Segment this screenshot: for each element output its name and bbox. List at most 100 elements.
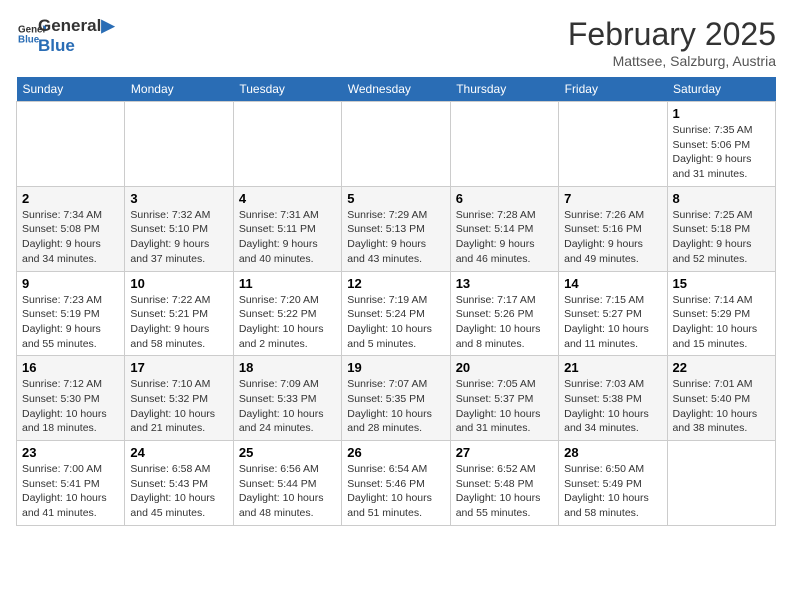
day-info: Sunrise: 7:22 AM Sunset: 5:21 PM Dayligh… bbox=[130, 293, 227, 352]
day-number: 22 bbox=[673, 360, 770, 375]
calendar-cell: 1 Sunrise: 7:35 AM Sunset: 5:06 PM Daylig… bbox=[667, 102, 775, 187]
day-number: 18 bbox=[239, 360, 336, 375]
calendar-cell: 19 Sunrise: 7:07 AM Sunset: 5:35 PM Dayli… bbox=[342, 356, 450, 441]
day-info: Sunrise: 7:15 AM Sunset: 5:27 PM Dayligh… bbox=[564, 293, 661, 352]
day-info: Sunrise: 6:54 AM Sunset: 5:46 PM Dayligh… bbox=[347, 462, 444, 521]
calendar-cell: 16 Sunrise: 7:12 AM Sunset: 5:30 PM Dayli… bbox=[17, 356, 125, 441]
day-number: 4 bbox=[239, 191, 336, 206]
day-info: Sunrise: 7:25 AM Sunset: 5:18 PM Dayligh… bbox=[673, 208, 770, 267]
calendar-cell: 26 Sunrise: 6:54 AM Sunset: 5:46 PM Dayli… bbox=[342, 441, 450, 526]
day-info: Sunrise: 6:50 AM Sunset: 5:49 PM Dayligh… bbox=[564, 462, 661, 521]
calendar-cell: 5 Sunrise: 7:29 AM Sunset: 5:13 PM Daylig… bbox=[342, 186, 450, 271]
day-number: 3 bbox=[130, 191, 227, 206]
calendar-week-row: 2 Sunrise: 7:34 AM Sunset: 5:08 PM Daylig… bbox=[17, 186, 776, 271]
calendar-cell: 20Sunrise: 7:05 AM Sunset: 5:37 PM Dayli… bbox=[450, 356, 558, 441]
day-number: 25 bbox=[239, 445, 336, 460]
day-info: Sunrise: 7:19 AM Sunset: 5:24 PM Dayligh… bbox=[347, 293, 444, 352]
weekday-header: Tuesday bbox=[233, 77, 341, 102]
day-info: Sunrise: 7:35 AM Sunset: 5:06 PM Dayligh… bbox=[673, 123, 770, 182]
day-number: 13 bbox=[456, 276, 553, 291]
calendar-cell: 2 Sunrise: 7:34 AM Sunset: 5:08 PM Daylig… bbox=[17, 186, 125, 271]
calendar-cell bbox=[559, 102, 667, 187]
day-info: Sunrise: 7:29 AM Sunset: 5:13 PM Dayligh… bbox=[347, 208, 444, 267]
weekday-header: Monday bbox=[125, 77, 233, 102]
day-number: 14 bbox=[564, 276, 661, 291]
calendar-cell bbox=[233, 102, 341, 187]
day-number: 23 bbox=[22, 445, 119, 460]
calendar-cell: 25 Sunrise: 6:56 AM Sunset: 5:44 PM Dayli… bbox=[233, 441, 341, 526]
day-info: Sunrise: 7:28 AM Sunset: 5:14 PM Dayligh… bbox=[456, 208, 553, 267]
day-number: 5 bbox=[347, 191, 444, 206]
calendar-cell: 21 Sunrise: 7:03 AM Sunset: 5:38 PM Dayli… bbox=[559, 356, 667, 441]
weekday-header: Wednesday bbox=[342, 77, 450, 102]
calendar-cell: 7 Sunrise: 7:26 AM Sunset: 5:16 PM Daylig… bbox=[559, 186, 667, 271]
day-info: Sunrise: 7:12 AM Sunset: 5:30 PM Dayligh… bbox=[22, 377, 119, 436]
calendar-cell: 24 Sunrise: 6:58 AM Sunset: 5:43 PM Dayli… bbox=[125, 441, 233, 526]
calendar-cell: 9 Sunrise: 7:23 AM Sunset: 5:19 PM Daylig… bbox=[17, 271, 125, 356]
calendar-header-row: SundayMondayTuesdayWednesdayThursdayFrid… bbox=[17, 77, 776, 102]
calendar-cell: 4 Sunrise: 7:31 AM Sunset: 5:11 PM Daylig… bbox=[233, 186, 341, 271]
day-info: Sunrise: 7:34 AM Sunset: 5:08 PM Dayligh… bbox=[22, 208, 119, 267]
day-info: Sunrise: 6:58 AM Sunset: 5:43 PM Dayligh… bbox=[130, 462, 227, 521]
calendar-cell: 14 Sunrise: 7:15 AM Sunset: 5:27 PM Dayli… bbox=[559, 271, 667, 356]
day-info: Sunrise: 7:32 AM Sunset: 5:10 PM Dayligh… bbox=[130, 208, 227, 267]
weekday-header: Saturday bbox=[667, 77, 775, 102]
calendar-cell: 18Sunrise: 7:09 AM Sunset: 5:33 PM Dayli… bbox=[233, 356, 341, 441]
day-info: Sunrise: 7:14 AM Sunset: 5:29 PM Dayligh… bbox=[673, 293, 770, 352]
calendar-cell bbox=[17, 102, 125, 187]
day-info: Sunrise: 7:17 AM Sunset: 5:26 PM Dayligh… bbox=[456, 293, 553, 352]
day-number: 10 bbox=[130, 276, 227, 291]
page-header: General Blue General▶ Blue February 2025… bbox=[16, 16, 776, 69]
day-number: 17 bbox=[130, 360, 227, 375]
calendar-cell: 6Sunrise: 7:28 AM Sunset: 5:14 PM Daylig… bbox=[450, 186, 558, 271]
calendar-cell: 17 Sunrise: 7:10 AM Sunset: 5:32 PM Dayli… bbox=[125, 356, 233, 441]
day-number: 16 bbox=[22, 360, 119, 375]
day-number: 19 bbox=[347, 360, 444, 375]
day-info: Sunrise: 6:56 AM Sunset: 5:44 PM Dayligh… bbox=[239, 462, 336, 521]
location-subtitle: Mattsee, Salzburg, Austria bbox=[568, 53, 776, 69]
day-info: Sunrise: 7:05 AM Sunset: 5:37 PM Dayligh… bbox=[456, 377, 553, 436]
day-info: Sunrise: 7:01 AM Sunset: 5:40 PM Dayligh… bbox=[673, 377, 770, 436]
calendar-cell bbox=[342, 102, 450, 187]
calendar-table: SundayMondayTuesdayWednesdayThursdayFrid… bbox=[16, 77, 776, 526]
calendar-week-row: 9 Sunrise: 7:23 AM Sunset: 5:19 PM Daylig… bbox=[17, 271, 776, 356]
day-number: 26 bbox=[347, 445, 444, 460]
logo: General Blue General▶ Blue bbox=[16, 16, 114, 57]
calendar-cell bbox=[125, 102, 233, 187]
day-info: Sunrise: 7:07 AM Sunset: 5:35 PM Dayligh… bbox=[347, 377, 444, 436]
day-info: Sunrise: 7:00 AM Sunset: 5:41 PM Dayligh… bbox=[22, 462, 119, 521]
day-info: Sunrise: 6:52 AM Sunset: 5:48 PM Dayligh… bbox=[456, 462, 553, 521]
day-number: 21 bbox=[564, 360, 661, 375]
day-number: 12 bbox=[347, 276, 444, 291]
calendar-cell: 10 Sunrise: 7:22 AM Sunset: 5:21 PM Dayli… bbox=[125, 271, 233, 356]
calendar-cell: 13 Sunrise: 7:17 AM Sunset: 5:26 PM Dayli… bbox=[450, 271, 558, 356]
day-info: Sunrise: 7:31 AM Sunset: 5:11 PM Dayligh… bbox=[239, 208, 336, 267]
weekday-header: Sunday bbox=[17, 77, 125, 102]
calendar-cell bbox=[450, 102, 558, 187]
calendar-cell: 12 Sunrise: 7:19 AM Sunset: 5:24 PM Dayli… bbox=[342, 271, 450, 356]
day-number: 27 bbox=[456, 445, 553, 460]
day-number: 2 bbox=[22, 191, 119, 206]
calendar-cell: 22 Sunrise: 7:01 AM Sunset: 5:40 PM Dayli… bbox=[667, 356, 775, 441]
calendar-cell: 15Sunrise: 7:14 AM Sunset: 5:29 PM Dayli… bbox=[667, 271, 775, 356]
calendar-cell bbox=[667, 441, 775, 526]
day-number: 11 bbox=[239, 276, 336, 291]
day-number: 1 bbox=[673, 106, 770, 121]
title-block: February 2025 Mattsee, Salzburg, Austria bbox=[568, 16, 776, 69]
day-number: 8 bbox=[673, 191, 770, 206]
calendar-cell: 23 Sunrise: 7:00 AM Sunset: 5:41 PM Dayli… bbox=[17, 441, 125, 526]
calendar-week-row: 16 Sunrise: 7:12 AM Sunset: 5:30 PM Dayli… bbox=[17, 356, 776, 441]
calendar-cell: 3 Sunrise: 7:32 AM Sunset: 5:10 PM Daylig… bbox=[125, 186, 233, 271]
day-info: Sunrise: 7:26 AM Sunset: 5:16 PM Dayligh… bbox=[564, 208, 661, 267]
day-info: Sunrise: 7:10 AM Sunset: 5:32 PM Dayligh… bbox=[130, 377, 227, 436]
calendar-cell: 27 Sunrise: 6:52 AM Sunset: 5:48 PM Dayli… bbox=[450, 441, 558, 526]
day-number: 7 bbox=[564, 191, 661, 206]
day-info: Sunrise: 7:03 AM Sunset: 5:38 PM Dayligh… bbox=[564, 377, 661, 436]
svg-text:Blue: Blue bbox=[18, 34, 40, 45]
day-info: Sunrise: 7:23 AM Sunset: 5:19 PM Dayligh… bbox=[22, 293, 119, 352]
day-info: Sunrise: 7:20 AM Sunset: 5:22 PM Dayligh… bbox=[239, 293, 336, 352]
day-number: 9 bbox=[22, 276, 119, 291]
calendar-week-row: 1 Sunrise: 7:35 AM Sunset: 5:06 PM Daylig… bbox=[17, 102, 776, 187]
day-number: 24 bbox=[130, 445, 227, 460]
calendar-cell: 11 Sunrise: 7:20 AM Sunset: 5:22 PM Dayli… bbox=[233, 271, 341, 356]
